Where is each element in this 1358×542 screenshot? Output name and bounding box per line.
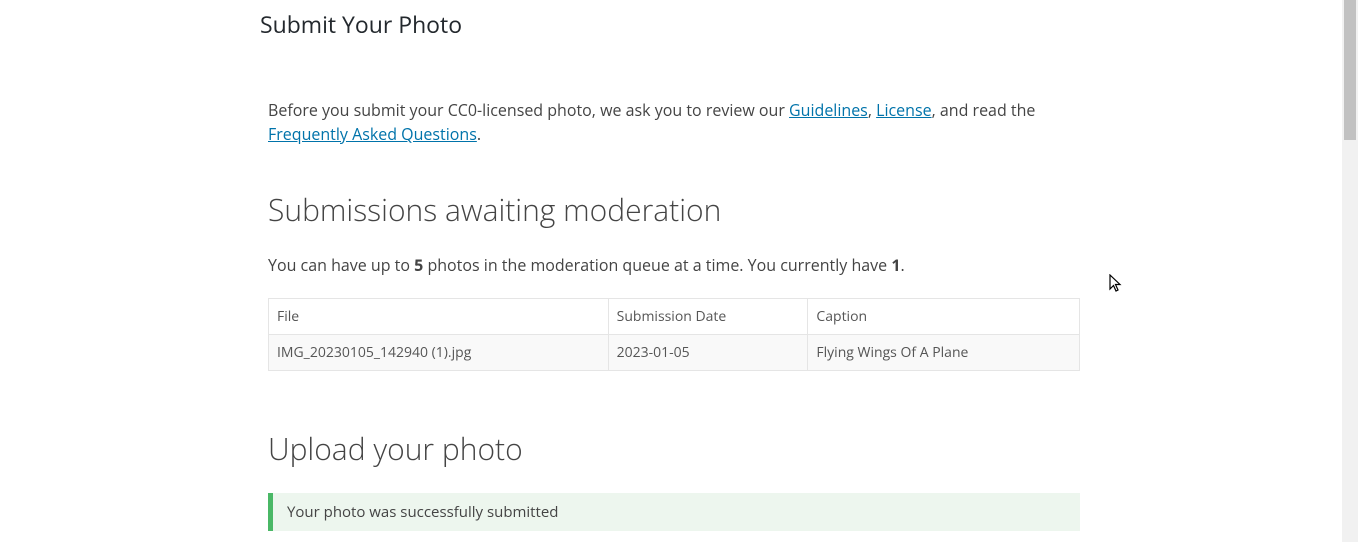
faq-link[interactable]: Frequently Asked Questions — [268, 123, 477, 145]
submissions-heading: Submissions awaiting moderation — [260, 192, 1080, 228]
col-file: File — [269, 299, 609, 335]
intro-after: . — [477, 123, 481, 145]
intro-sep1: , — [868, 99, 876, 121]
submissions-table: File Submission Date Caption IMG_2023010… — [268, 298, 1080, 371]
queue-info: You can have up to 5 photos in the moder… — [260, 254, 1080, 276]
queue-prefix: You can have up to — [268, 254, 414, 276]
guidelines-link[interactable]: Guidelines — [789, 99, 868, 121]
page-title: Submit Your Photo — [260, 10, 1080, 40]
col-date: Submission Date — [608, 299, 808, 335]
cell-file: IMG_20230105_142940 (1).jpg — [269, 335, 609, 371]
cell-date: 2023-01-05 — [608, 335, 808, 371]
upload-heading: Upload your photo — [260, 431, 1080, 467]
intro-before: Before you submit your CC0-licensed phot… — [268, 99, 789, 121]
success-alert: Your photo was successfully submitted — [268, 493, 1080, 531]
queue-middle: photos in the moderation queue at a time… — [423, 254, 891, 276]
success-message: Your photo was successfully submitted — [287, 502, 558, 522]
scrollbar-track[interactable] — [1342, 0, 1358, 542]
queue-max: 5 — [414, 254, 423, 276]
intro-text: Before you submit your CC0-licensed phot… — [260, 98, 1080, 146]
main-content: Submit Your Photo Before you submit your… — [0, 0, 1358, 542]
table-row: IMG_20230105_142940 (1).jpg 2023-01-05 F… — [269, 335, 1080, 371]
license-link[interactable]: License — [876, 99, 931, 121]
scrollbar-thumb[interactable] — [1344, 0, 1356, 140]
intro-sep2: , and read the — [932, 99, 1036, 121]
table-header-row: File Submission Date Caption — [269, 299, 1080, 335]
queue-suffix: . — [900, 254, 904, 276]
cell-caption: Flying Wings Of A Plane — [808, 335, 1080, 371]
col-caption: Caption — [808, 299, 1080, 335]
